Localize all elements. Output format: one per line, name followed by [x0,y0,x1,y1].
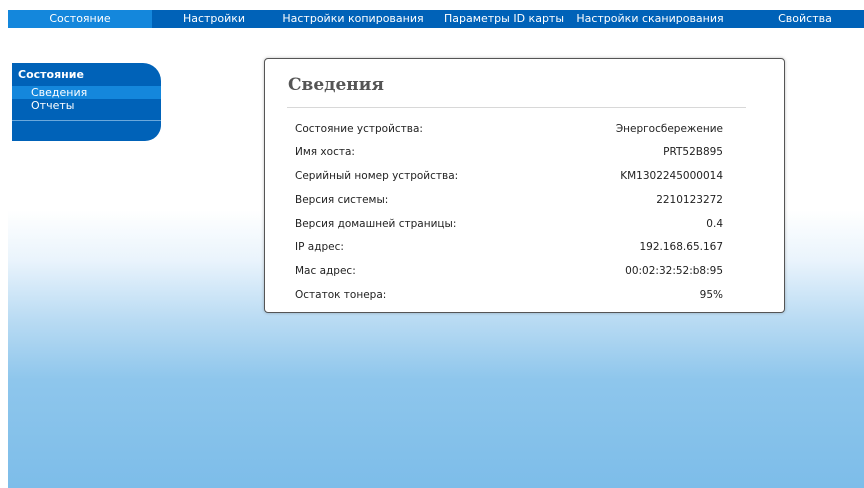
tab-settings[interactable]: Настройки [174,10,254,28]
info-row-ip-address: IP адрес: 192.168.65.167 [295,241,723,257]
info-label: Состояние устройства: [295,123,423,135]
sidebar-item-label: Отчеты [31,99,75,112]
info-label: Mac адрес: [295,265,356,277]
tab-properties[interactable]: Свойства [768,10,842,28]
info-row-hostname: Имя хоста: PRT52B895 [295,146,723,162]
info-value: 95% [699,289,723,301]
info-value: Энергосбережение [615,123,723,135]
sidebar-item-reports[interactable]: Отчеты [12,99,161,112]
title-divider [287,107,746,108]
info-value: 0.4 [706,218,723,230]
info-value: 2210123272 [656,194,723,206]
info-row-system-version: Версия системы: 2210123272 [295,194,723,210]
info-row-mac-address: Mac адрес: 00:02:32:52:b8:95 [295,265,723,281]
info-value: 00:02:32:52:b8:95 [625,265,723,277]
info-row-serial-number: Серийный номер устройства: KM13022450000… [295,170,723,186]
info-value: KM1302245000014 [620,170,723,182]
info-value: PRT52B895 [663,146,723,158]
info-row-toner-remaining: Остаток тонера: 95% [295,289,723,305]
tab-copy-settings[interactable]: Настройки копирования [280,10,426,28]
sidebar: Состояние Сведения Отчеты [12,63,161,141]
tab-id-card-settings[interactable]: Параметры ID карты [442,10,566,28]
sidebar-heading: Состояние [18,68,84,81]
top-navigation: Состояние Настройки Настройки копировани… [8,10,864,28]
tab-scan-settings[interactable]: Настройки сканирования [574,10,726,28]
info-value: 192.168.65.167 [639,241,724,253]
info-label: IP адрес: [295,241,344,253]
sidebar-divider [12,120,161,121]
info-label: Серийный номер устройства: [295,170,459,182]
info-label: Имя хоста: [295,146,355,158]
info-panel: Сведения Состояние устройства: Энергосбе… [264,58,785,313]
page-title: Сведения [288,75,384,95]
info-label: Версия домашней страницы: [295,218,457,230]
page-frame: Состояние Настройки Настройки копировани… [8,10,864,488]
sidebar-item-label: Сведения [31,86,88,99]
info-label: Версия системы: [295,194,389,206]
info-row-device-status: Состояние устройства: Энергосбережение [295,123,723,139]
tab-status[interactable]: Состояние [8,10,152,28]
info-row-homepage-version: Версия домашней страницы: 0.4 [295,218,723,234]
sidebar-item-info[interactable]: Сведения [12,86,161,99]
info-label: Остаток тонера: [295,289,387,301]
